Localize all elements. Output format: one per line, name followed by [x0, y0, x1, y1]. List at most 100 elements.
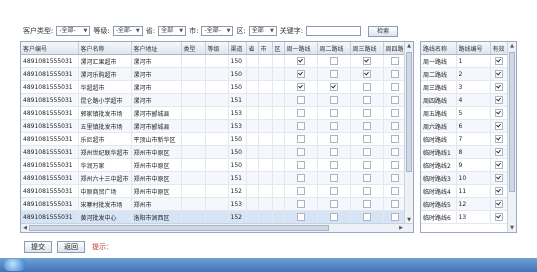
submit-button[interactable]: 提交 [24, 241, 52, 253]
checkbox[interactable] [296, 135, 305, 143]
table-row[interactable]: 临时路线1 8 [421, 145, 509, 159]
checkbox[interactable] [329, 70, 338, 78]
checkbox[interactable] [296, 148, 305, 156]
checkbox[interactable] [329, 57, 338, 65]
checkbox[interactable] [495, 174, 503, 182]
table-row[interactable]: 4891081555031 五里镇批发市场 漯河市郾城县 153 [21, 119, 407, 133]
checkbox[interactable] [362, 122, 371, 130]
checkbox[interactable] [495, 148, 503, 156]
checkbox[interactable] [329, 148, 338, 156]
table-row[interactable]: 4891081555031 黄河批发中心 洛阳市涧西区 152 [21, 210, 407, 224]
scroll-thumb[interactable] [406, 52, 412, 172]
checkbox[interactable] [329, 187, 338, 195]
checkbox[interactable] [329, 122, 338, 130]
column-header[interactable]: 区 [272, 42, 285, 55]
checkbox[interactable] [296, 213, 305, 221]
table-row[interactable]: 4891081555031 乐尼超市 平顶山市新华区 150 [21, 132, 407, 146]
checkbox[interactable] [362, 200, 371, 208]
column-header[interactable]: 渠道 [228, 42, 247, 55]
column-header[interactable]: 路线名称 [421, 42, 457, 55]
column-header[interactable]: 有效 [490, 42, 509, 55]
checkbox[interactable] [362, 96, 371, 104]
checkbox[interactable] [495, 109, 503, 117]
column-header[interactable]: 省 [246, 42, 259, 55]
vertical-scrollbar[interactable]: ▲ ▼ [507, 42, 516, 232]
checkbox[interactable] [329, 174, 338, 182]
checkbox[interactable] [495, 122, 503, 130]
horizontal-scrollbar[interactable]: ◀ ▶ [21, 223, 413, 232]
checkbox[interactable] [495, 200, 503, 208]
column-header[interactable]: 市 [258, 42, 273, 55]
checkbox[interactable] [362, 148, 371, 156]
keyword-input[interactable] [306, 26, 362, 36]
table-row[interactable]: 周五路线 5 [421, 106, 509, 120]
checkbox[interactable] [362, 213, 371, 221]
checkbox[interactable] [495, 135, 503, 143]
checkbox[interactable] [495, 161, 503, 169]
checkbox[interactable] [296, 57, 305, 65]
table-row[interactable]: 4891081555031 漯河乐购超市 漯河市 150 [21, 67, 407, 81]
table-row[interactable]: 周一路线 1 [421, 54, 509, 68]
checkbox[interactable] [495, 96, 503, 104]
scroll-left-icon[interactable]: ◀ [21, 224, 29, 232]
checkbox[interactable] [329, 213, 338, 221]
province-select[interactable]: 全部 ▼ [158, 26, 187, 36]
table-row[interactable]: 4891081555031 华超超市 漯河市 150 [21, 80, 407, 94]
scroll-down-icon[interactable]: ▼ [508, 224, 516, 232]
checkbox[interactable] [329, 109, 338, 117]
table-row[interactable]: 4891081555031 郑州世纪联华超市 郑州市中原区 150 [21, 145, 407, 159]
table-row[interactable]: 4891081555031 郭家镇批发市场 漯河市郾城县 153 [21, 106, 407, 120]
customer-type-select[interactable]: -全部- ▼ [56, 26, 91, 36]
checkbox[interactable] [495, 70, 503, 78]
checkbox[interactable] [296, 174, 305, 182]
column-header[interactable]: 周二路线 [317, 42, 351, 55]
checkbox[interactable] [495, 187, 503, 195]
checkbox[interactable] [362, 57, 371, 65]
checkbox[interactable] [390, 187, 399, 195]
checkbox[interactable] [296, 83, 305, 91]
checkbox[interactable] [390, 96, 399, 104]
checkbox[interactable] [390, 109, 399, 117]
table-row[interactable]: 4891081555031 昆仑路小学超市 漯河市 151 [21, 93, 407, 107]
scroll-thumb[interactable] [29, 225, 329, 231]
checkbox[interactable] [390, 122, 399, 130]
scroll-thumb[interactable] [509, 52, 515, 192]
column-header[interactable]: 客户编号 [21, 42, 79, 55]
checkbox[interactable] [329, 96, 338, 104]
checkbox[interactable] [362, 161, 371, 169]
checkbox[interactable] [362, 135, 371, 143]
checkbox[interactable] [362, 187, 371, 195]
table-row[interactable]: 4891081555031 郑州六十三中超市 郑州市中原区 151 [21, 171, 407, 185]
checkbox[interactable] [495, 57, 503, 65]
city-select[interactable]: -全部- ▼ [201, 26, 234, 36]
checkbox[interactable] [362, 83, 371, 91]
checkbox[interactable] [390, 135, 399, 143]
district-select[interactable]: 全部 ▼ [248, 26, 277, 36]
scroll-up-icon[interactable]: ▲ [405, 42, 413, 50]
checkbox[interactable] [296, 122, 305, 130]
column-header[interactable]: 路线编号 [456, 42, 491, 55]
checkbox[interactable] [495, 83, 503, 91]
search-button[interactable]: 检索 [368, 25, 399, 37]
column-header[interactable]: 周一路线 [284, 42, 318, 55]
back-button[interactable]: 返回 [57, 241, 85, 253]
table-row[interactable]: 4891081555031 中原商贸广场 郑州市中原区 152 [21, 184, 407, 198]
checkbox[interactable] [390, 174, 399, 182]
checkbox[interactable] [362, 174, 371, 182]
column-header[interactable]: 类型 [181, 42, 206, 55]
checkbox[interactable] [390, 70, 399, 78]
table-row[interactable]: 4891081555031 漯河汇果超市 漯河市 150 [21, 54, 407, 68]
start-button-icon[interactable] [4, 259, 26, 271]
checkbox[interactable] [390, 213, 399, 221]
checkbox[interactable] [296, 109, 305, 117]
checkbox[interactable] [390, 83, 399, 91]
table-row[interactable]: 临时路线5 12 [421, 197, 509, 211]
checkbox[interactable] [390, 161, 399, 169]
scroll-up-icon[interactable]: ▲ [508, 42, 516, 50]
table-row[interactable]: 临时路线3 10 [421, 171, 509, 185]
checkbox[interactable] [296, 70, 305, 78]
checkbox[interactable] [362, 109, 371, 117]
table-row[interactable]: 周四路线 4 [421, 93, 509, 107]
column-header[interactable]: 周三路线 [350, 42, 384, 55]
table-row[interactable]: 4891081555031 宋寨村批发市场 郑州市 153 [21, 197, 407, 211]
